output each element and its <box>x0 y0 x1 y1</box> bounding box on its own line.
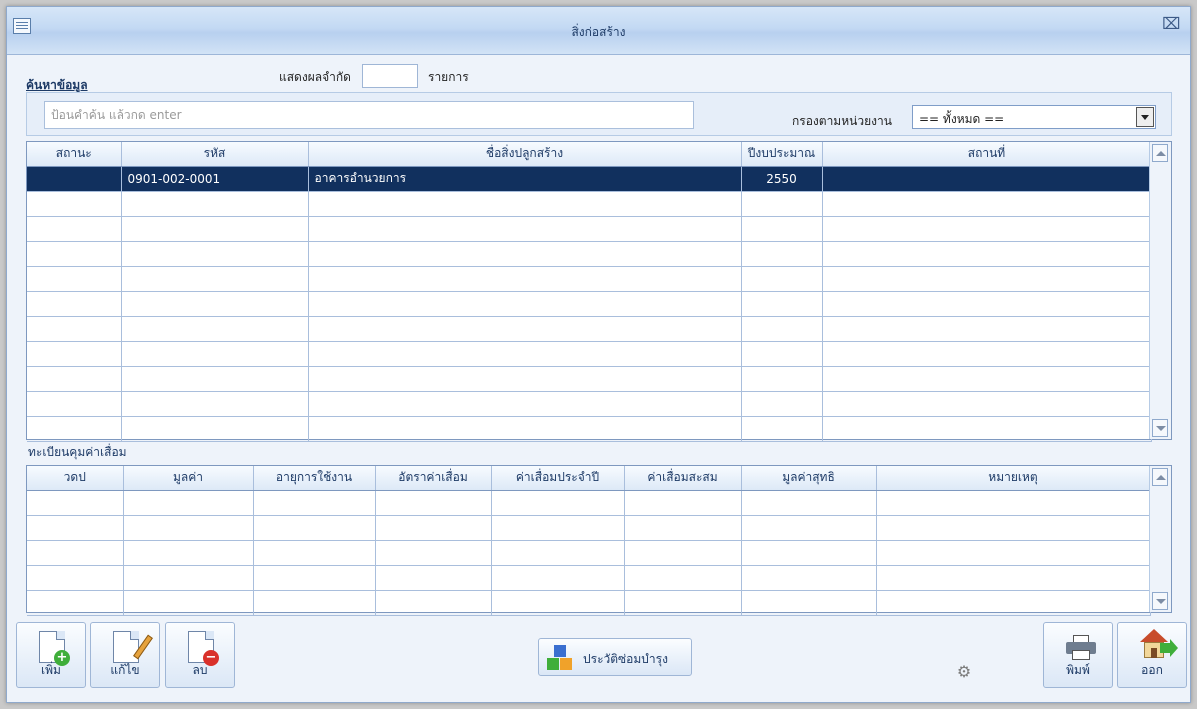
delete-document-icon: − <box>188 631 219 666</box>
close-button[interactable]: ⌧ <box>1162 15 1180 33</box>
edit-button[interactable]: แก้ไข <box>90 622 160 688</box>
edit-document-icon <box>113 631 153 663</box>
department-filter-select[interactable]: == ทั้งหมด == <box>912 105 1156 129</box>
filter-label: กรองตามหน่วยงาน <box>792 114 892 128</box>
scroll-up-icon[interactable] <box>1152 144 1168 162</box>
gear-icon[interactable]: ⚙ <box>955 663 973 681</box>
limit-input[interactable] <box>362 64 418 88</box>
delete-button-label: ลบ <box>192 663 208 677</box>
window-title: สิ่งก่อสร้าง <box>571 25 626 39</box>
table-row[interactable] <box>27 515 1151 541</box>
cell-name[interactable]: อาคารอำนวยการ <box>308 166 742 192</box>
cell-year[interactable]: 2550 <box>741 166 823 192</box>
grid-header-row: วดป มูลค่า อายุการใช้งาน อัตราค่าเสื่อม … <box>27 466 1151 491</box>
table-row[interactable] <box>27 191 1152 217</box>
col-header-remark[interactable]: หมายเหตุ <box>876 466 1151 491</box>
scroll-down-icon[interactable] <box>1152 419 1168 437</box>
print-button-label: พิมพ์ <box>1066 663 1090 677</box>
col-header-place[interactable]: สถานที่ <box>822 142 1152 167</box>
chevron-down-icon[interactable] <box>1136 107 1154 127</box>
grid-scrollbar[interactable] <box>1149 142 1171 439</box>
maintenance-history-label: ประวัติซ่อมบำรุง <box>583 652 668 666</box>
filter-selected-value: == ทั้งหมด == <box>919 112 1005 126</box>
search-input[interactable] <box>44 101 694 129</box>
table-row[interactable] <box>27 241 1152 267</box>
table-row[interactable] <box>27 391 1152 417</box>
table-row[interactable] <box>27 316 1152 342</box>
exit-button[interactable]: ออก <box>1117 622 1187 688</box>
add-button-label: เพิ่ม <box>41 663 61 677</box>
col-header-year[interactable]: ปีงบประมาณ <box>741 142 823 167</box>
table-row[interactable] <box>27 540 1151 566</box>
items-label: รายการ <box>428 70 469 84</box>
table-row[interactable] <box>27 341 1152 367</box>
depreciation-section-label: ทะเบียนคุมค่าเสื่อม <box>28 445 127 459</box>
table-row[interactable] <box>27 490 1151 516</box>
add-document-icon: + <box>39 631 70 666</box>
col-header-date[interactable]: วดป <box>27 466 124 491</box>
blocks-icon <box>547 645 573 671</box>
printer-icon <box>1066 635 1096 661</box>
title-bar: สิ่งก่อสร้าง ⌧ <box>7 7 1190 55</box>
depreciation-grid: วดป มูลค่า อายุการใช้งาน อัตราค่าเสื่อม … <box>26 465 1172 616</box>
col-header-net[interactable]: มูลค่าสุทธิ <box>741 466 877 491</box>
col-header-name[interactable]: ชื่อสิ่งปลูกสร้าง <box>308 142 742 167</box>
depreciation-scrollbar[interactable] <box>1149 466 1171 612</box>
col-header-rate[interactable]: อัตราค่าเสื่อม <box>375 466 492 491</box>
col-header-code[interactable]: รหัส <box>121 142 309 167</box>
scroll-up-icon[interactable] <box>1152 468 1168 486</box>
table-row[interactable] <box>27 266 1152 292</box>
col-header-value[interactable]: มูลค่า <box>123 466 254 491</box>
limit-label: แสดงผลจำกัด <box>279 70 351 84</box>
table-row[interactable]: 0901-002-0001 อาคารอำนวยการ 2550 <box>27 166 1152 192</box>
col-header-accumulated[interactable]: ค่าเสื่อมสะสม <box>624 466 742 491</box>
buildings-grid: สถานะ รหัส ชื่อสิ่งปลูกสร้าง ปีงบประมาณ … <box>26 141 1172 442</box>
col-header-annual[interactable]: ค่าเสื่อมประจำปี <box>491 466 625 491</box>
cell-code[interactable]: 0901-002-0001 <box>121 166 309 192</box>
grid-header-row: สถานะ รหัส ชื่อสิ่งปลูกสร้าง ปีงบประมาณ … <box>27 142 1152 167</box>
delete-button[interactable]: − ลบ <box>165 622 235 688</box>
edit-button-label: แก้ไข <box>110 663 140 677</box>
cell-place[interactable] <box>822 166 1152 192</box>
table-row[interactable] <box>27 366 1152 392</box>
table-row[interactable] <box>27 590 1151 616</box>
scroll-down-icon[interactable] <box>1152 592 1168 610</box>
col-header-lifetime[interactable]: อายุการใช้งาน <box>253 466 376 491</box>
print-button[interactable]: พิมพ์ <box>1043 622 1113 688</box>
exit-button-label: ออก <box>1141 663 1163 677</box>
add-button[interactable]: + เพิ่ม <box>16 622 86 688</box>
table-row[interactable] <box>27 216 1152 242</box>
cell-status[interactable] <box>27 166 122 192</box>
table-row[interactable] <box>27 565 1151 591</box>
home-exit-icon <box>1138 629 1178 661</box>
table-row[interactable] <box>27 416 1152 442</box>
maintenance-history-button[interactable]: ประวัติซ่อมบำรุง <box>538 638 692 676</box>
col-header-status[interactable]: สถานะ <box>27 142 122 167</box>
table-row[interactable] <box>27 291 1152 317</box>
